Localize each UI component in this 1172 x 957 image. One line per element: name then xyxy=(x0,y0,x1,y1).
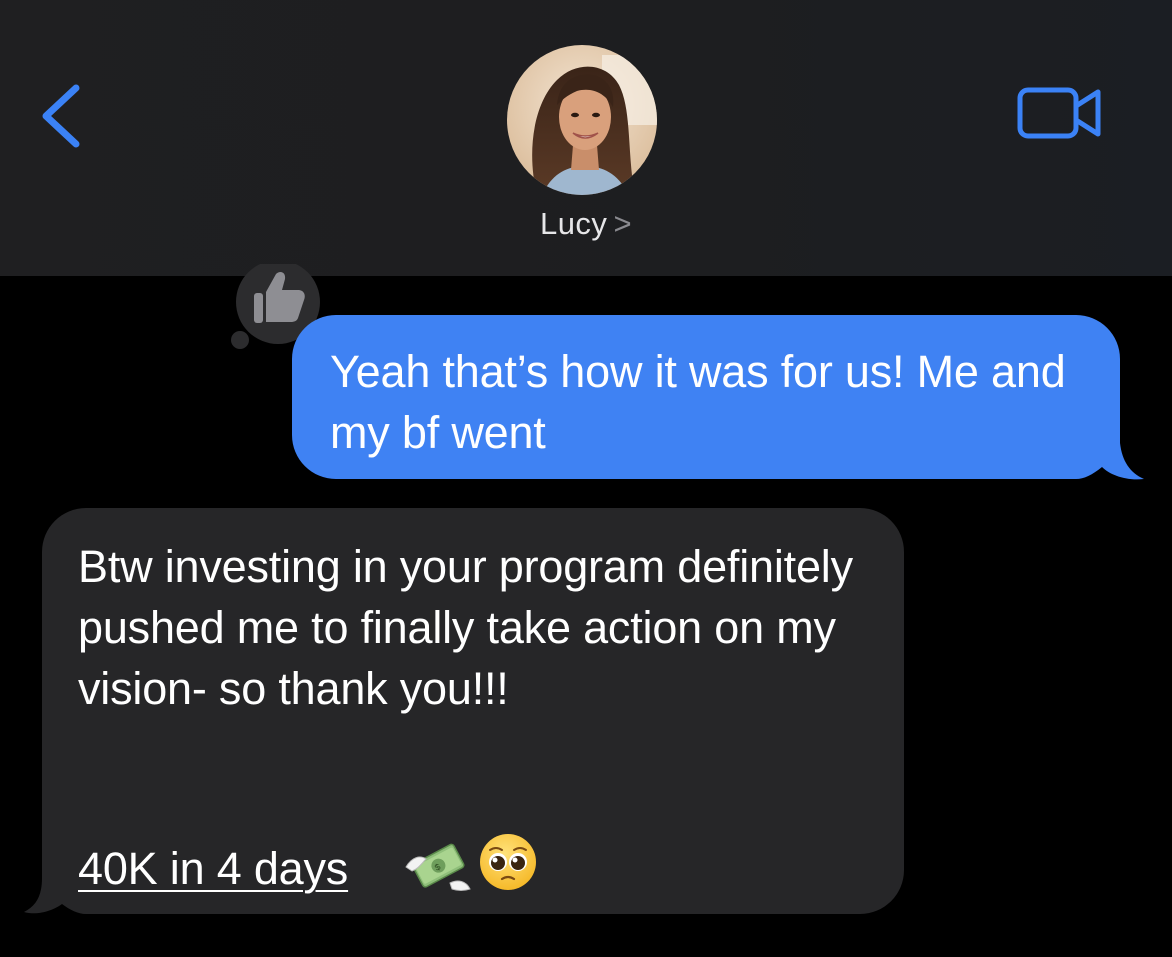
sent-message-text: Yeah that’s how it was for us! Me and my… xyxy=(330,346,1066,458)
chevron-right-icon: > xyxy=(613,206,633,241)
received-message-text: Btw investing in your program definitely… xyxy=(78,541,853,714)
received-message-link-line: 40K in 4 days xyxy=(78,838,348,899)
contact-name-button[interactable]: Lucy > xyxy=(0,206,1172,242)
received-message-bubble[interactable]: Btw investing in your program definitely… xyxy=(22,508,906,914)
back-button[interactable] xyxy=(32,78,92,158)
money-with-wings-emoji: $ xyxy=(405,843,471,891)
conversation-header: Lucy > xyxy=(0,0,1172,276)
avatar-photo xyxy=(507,45,657,195)
contact-avatar[interactable] xyxy=(507,45,657,195)
sent-message-bubble[interactable]: Yeah that’s how it was for us! Me and my… xyxy=(292,315,1146,481)
pleading-face-emoji xyxy=(480,834,536,890)
video-camera-icon xyxy=(1017,87,1101,139)
messages-screen: Lucy > Yeah that’s how it was for us! Me … xyxy=(0,0,1172,957)
data-detector-link[interactable]: 40K in 4 days xyxy=(78,843,348,894)
contact-name: Lucy xyxy=(539,206,608,241)
chevron-left-icon xyxy=(42,84,80,148)
facetime-video-button[interactable] xyxy=(1014,82,1106,144)
